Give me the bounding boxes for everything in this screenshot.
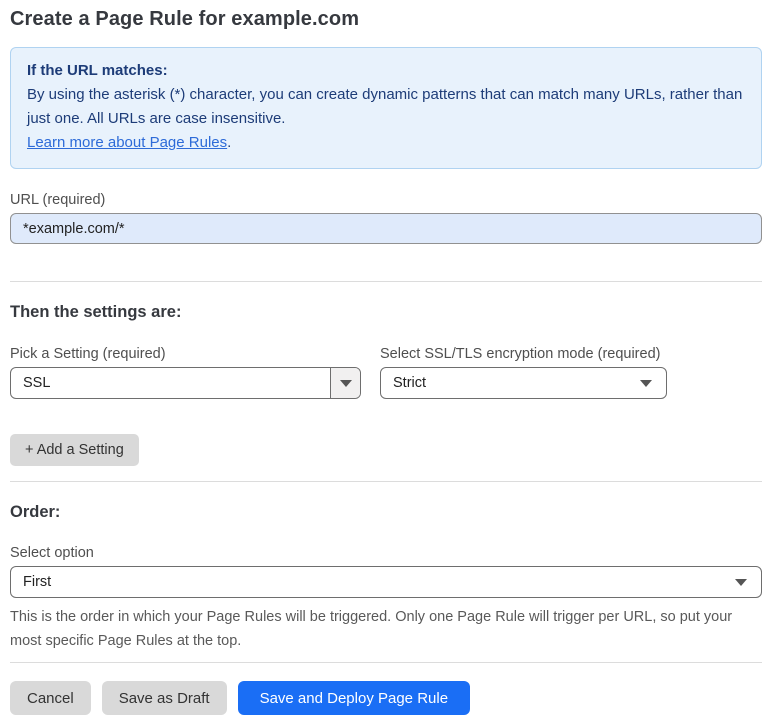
url-input[interactable] <box>10 213 762 244</box>
cancel-button[interactable]: Cancel <box>10 681 91 715</box>
order-select[interactable]: First <box>10 566 762 598</box>
url-field-label: URL (required) <box>10 192 106 208</box>
info-box-link-line: Learn more about Page Rules. <box>27 131 745 155</box>
setting-picker-label: Pick a Setting (required) <box>10 346 166 362</box>
mode-picker-label: Select SSL/TLS encryption mode (required… <box>380 346 661 362</box>
info-box-body: By using the asterisk (*) character, you… <box>27 86 743 127</box>
chevron-down-icon <box>640 379 652 387</box>
chevron-down-icon <box>735 578 747 586</box>
settings-row: Pick a Setting (required) SSL Select SSL… <box>10 322 762 399</box>
add-setting-button[interactable]: + Add a Setting <box>10 434 139 466</box>
url-matches-info-box: If the URL matches: By using the asteris… <box>10 47 762 169</box>
footer-actions: Cancel Save as Draft Save and Deploy Pag… <box>10 681 762 715</box>
save-and-deploy-button[interactable]: Save and Deploy Page Rule <box>237 681 471 715</box>
order-select-label: Select option <box>10 545 94 561</box>
mode-picker-column: Select SSL/TLS encryption mode (required… <box>380 322 667 399</box>
setting-picker-select[interactable]: SSL <box>10 367 361 399</box>
divider <box>10 662 762 663</box>
create-page-rule-form: Create a Page Rule for example.com If th… <box>0 0 772 715</box>
link-suffix: . <box>227 134 232 151</box>
page-title: Create a Page Rule for example.com <box>10 8 360 30</box>
save-as-draft-button[interactable]: Save as Draft <box>101 681 227 715</box>
learn-more-link[interactable]: Learn more about Page Rules <box>27 134 227 151</box>
settings-section-heading: Then the settings are: <box>10 303 182 321</box>
mode-picker-value: Strict <box>393 375 427 391</box>
order-help-text: This is the order in which your Page Rul… <box>10 609 733 649</box>
setting-picker-column: Pick a Setting (required) SSL <box>10 322 361 399</box>
divider <box>10 281 762 282</box>
mode-picker-select[interactable]: Strict <box>380 367 667 399</box>
divider <box>10 481 762 482</box>
order-section-heading: Order: <box>10 503 61 521</box>
chevron-down-icon <box>330 368 360 398</box>
order-select-value: First <box>23 574 52 590</box>
setting-picker-value: SSL <box>23 375 51 391</box>
info-box-heading: If the URL matches: <box>27 62 168 79</box>
